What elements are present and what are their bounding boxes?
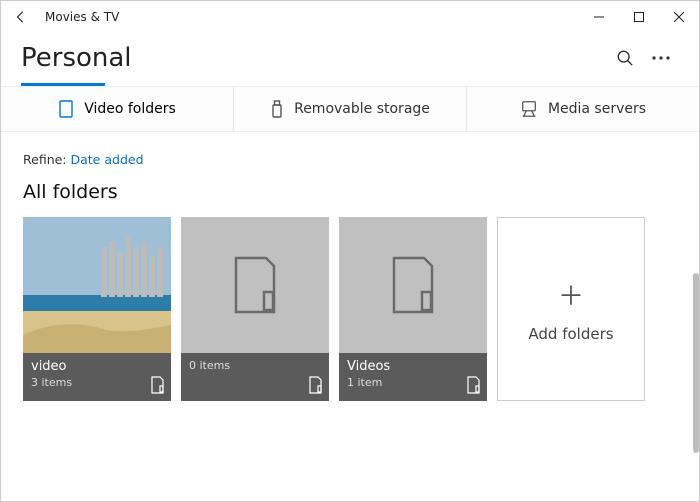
close-button[interactable] <box>659 1 699 33</box>
plus-icon: ＋ <box>558 276 584 313</box>
tab-label: Removable storage <box>294 101 430 117</box>
usb-icon <box>270 99 284 119</box>
arrow-left-icon <box>14 10 28 24</box>
minimize-button[interactable] <box>579 1 619 33</box>
search-icon <box>616 49 634 67</box>
folder-label: video 3 items <box>23 353 171 401</box>
page-icon <box>465 375 481 395</box>
maximize-icon <box>634 12 644 22</box>
close-icon <box>674 12 684 22</box>
folder-grid: video 3 items 0 items <box>23 217 677 401</box>
page-icon <box>307 375 323 395</box>
app-title: Movies & TV <box>41 10 119 24</box>
page-title: Personal <box>21 43 132 73</box>
tab-label: Media servers <box>548 101 646 117</box>
page-icon <box>149 375 165 395</box>
folder-count: 0 items <box>189 359 321 372</box>
more-button[interactable] <box>643 40 679 76</box>
page-placeholder-icon <box>388 254 438 316</box>
tab-video-folders[interactable]: Video folders <box>1 87 233 131</box>
refine-dropdown[interactable]: Date added <box>71 152 144 167</box>
refine-row: Refine: Date added <box>23 152 677 167</box>
tab-label: Video folders <box>84 101 176 117</box>
folder-tile[interactable]: video 3 items <box>23 217 171 401</box>
server-icon <box>520 100 538 118</box>
add-folders-label: Add folders <box>528 325 613 343</box>
folder-tile[interactable]: 0 items <box>181 217 329 401</box>
folder-count: 1 item <box>347 376 479 389</box>
search-button[interactable] <box>607 40 643 76</box>
maximize-button[interactable] <box>619 1 659 33</box>
folder-count: 3 items <box>31 376 163 389</box>
add-folders-tile[interactable]: ＋ Add folders <box>497 217 645 401</box>
content-area: Refine: Date added All folders <box>1 132 699 501</box>
page-placeholder-icon <box>230 254 280 316</box>
back-button[interactable] <box>1 1 41 33</box>
tab-media-servers[interactable]: Media servers <box>466 87 699 131</box>
refine-label: Refine: <box>23 152 67 167</box>
more-icon <box>652 56 670 60</box>
vertical-scrollbar[interactable] <box>693 33 699 501</box>
minimize-icon <box>594 12 604 22</box>
folder-tile[interactable]: Videos 1 item <box>339 217 487 401</box>
folder-icon <box>58 99 74 119</box>
folder-thumbnail <box>23 217 171 353</box>
page-header: Personal <box>1 33 699 83</box>
folder-thumbnail <box>339 217 487 353</box>
folder-label: Videos 1 item <box>339 353 487 401</box>
folder-name: video <box>31 359 163 376</box>
section-title: All folders <box>23 181 677 203</box>
beach-thumbnail-icon <box>23 217 171 353</box>
folder-thumbnail <box>181 217 329 353</box>
tab-removable-storage[interactable]: Removable storage <box>233 87 466 131</box>
folder-label: 0 items <box>181 353 329 401</box>
app-window: Movies & TV Personal Video folders <box>0 0 700 502</box>
folder-name: Videos <box>347 359 479 376</box>
tab-bar: Video folders Removable storage Media se… <box>1 86 699 132</box>
scrollbar-thumb[interactable] <box>693 273 699 453</box>
titlebar: Movies & TV <box>1 1 699 33</box>
